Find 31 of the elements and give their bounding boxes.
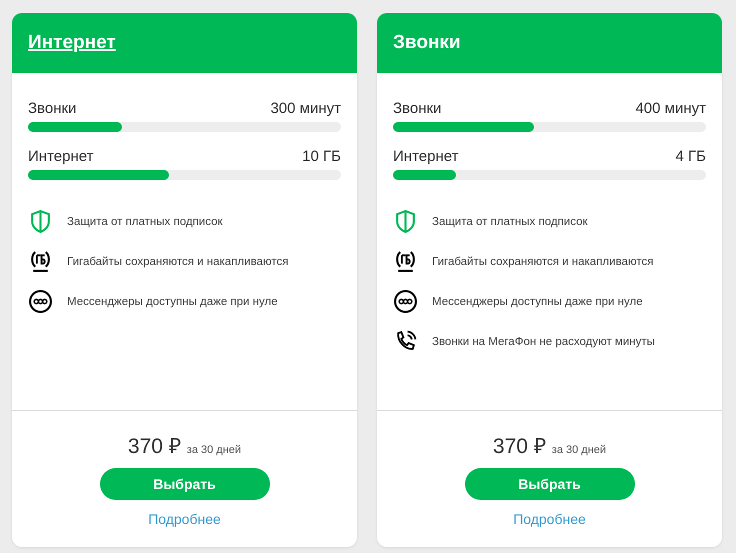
price-period: за 30 дней [186, 444, 242, 456]
details-link[interactable]: Подробнее [513, 511, 586, 527]
feature-text: Звонки на МегаФон не расходуют минуты [432, 336, 655, 348]
allowance-amount: 300 минут [270, 100, 341, 117]
allowance-amount: 400 минут [635, 100, 706, 117]
feature-text: Мессенджеры доступны даже при нуле [432, 296, 643, 308]
price-period: за 30 дней [552, 444, 606, 456]
select-button[interactable]: Выбрать [100, 468, 270, 500]
allowance-label: Интернет [393, 148, 458, 165]
sos-icon [28, 289, 53, 314]
price: 370 ₽ [128, 434, 181, 459]
feature-text: Защита от платных подписок [432, 216, 588, 228]
tariff-title[interactable]: Звонки [393, 32, 461, 54]
feature-text: Гигабайты сохраняются и накапливаются [67, 256, 288, 268]
tariff-title[interactable]: Интернет [28, 32, 116, 54]
sos-icon [393, 289, 418, 314]
allowance-label: Звонки [28, 100, 76, 117]
select-button[interactable]: Выбрать [464, 468, 634, 500]
shield-icon [28, 209, 53, 234]
allowance-label: Звонки [393, 100, 442, 117]
price: 370 ₽ [492, 434, 546, 459]
shield-icon [393, 209, 418, 234]
feature-text: Гигабайты сохраняются и накапливаются [432, 256, 654, 268]
feature-text: Мессенджеры доступны даже при нуле [67, 296, 278, 308]
details-link[interactable]: Подробнее [148, 511, 221, 527]
feature-text: Защита от платных подписок [67, 216, 223, 228]
gigabyte-icon [393, 249, 418, 274]
gigabyte-icon [28, 249, 53, 274]
allowance-amount: 4 ГБ [676, 148, 706, 165]
allowance-amount: 10 ГБ [302, 148, 341, 165]
allowance-label: Интернет [28, 148, 94, 165]
